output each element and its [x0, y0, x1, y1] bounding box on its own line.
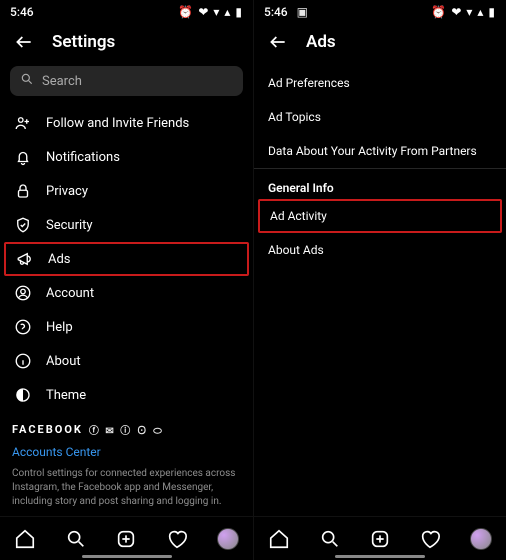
accounts-center-link[interactable]: Accounts Center	[0, 441, 253, 463]
footer-brand: FACEBOOK ⓕ ✉ ⓘ ⊙ ⬭	[0, 412, 253, 441]
lock-icon	[14, 182, 32, 200]
ads-item-partner-data[interactable]: Data About Your Activity From Partners	[254, 134, 506, 168]
bell-icon	[14, 148, 32, 166]
sidebar-item-help[interactable]: Help	[0, 310, 253, 344]
person-plus-icon	[14, 114, 32, 132]
ad-prefs-list: Ad Preferences Ad Topics Data About Your…	[254, 62, 506, 169]
ads-item-activity[interactable]: Ad Activity	[258, 199, 502, 233]
item-label: Security	[46, 218, 93, 233]
status-icons: ⏰ ❤ ▾ ▴ ▮	[431, 5, 496, 19]
search-nav-icon[interactable]	[65, 528, 87, 550]
sidebar-item-follow[interactable]: Follow and Invite Friends	[0, 106, 253, 140]
header: Settings	[0, 24, 253, 62]
sidebar-item-theme[interactable]: Theme	[0, 378, 253, 412]
home-indicator	[335, 555, 425, 558]
sidebar-item-account[interactable]: Account	[0, 276, 253, 310]
sidebar-item-notifications[interactable]: Notifications	[0, 140, 253, 174]
sidebar-item-privacy[interactable]: Privacy	[0, 174, 253, 208]
page-title: Settings	[52, 32, 115, 52]
statusbar: 5:46 ⏰ ❤ ▾ ▴ ▮	[0, 0, 253, 24]
ads-item-preferences[interactable]: Ad Preferences	[254, 66, 506, 100]
item-label: Theme	[46, 388, 86, 403]
sidebar-item-security[interactable]: Security	[0, 208, 253, 242]
item-label: Ads	[48, 252, 71, 267]
settings-screen: 5:46 ⏰ ❤ ▾ ▴ ▮ Settings Search Follow an…	[0, 0, 253, 560]
ads-item-topics[interactable]: Ad Topics	[254, 100, 506, 134]
status-time: 5:46	[10, 5, 34, 19]
page-title: Ads	[306, 32, 336, 52]
create-icon[interactable]	[369, 528, 391, 550]
ads-screen: 5:46 ▣ ⏰ ❤ ▾ ▴ ▮ Ads Ad Preferences Ad T…	[253, 0, 506, 560]
search-nav-icon[interactable]	[319, 528, 341, 550]
create-icon[interactable]	[115, 528, 137, 550]
item-label: About	[46, 354, 81, 369]
home-icon[interactable]	[14, 528, 36, 550]
shield-icon	[14, 216, 32, 234]
bottom-nav	[0, 516, 253, 560]
item-label: Privacy	[46, 184, 88, 199]
header: Ads	[254, 24, 506, 62]
item-label: Help	[46, 320, 73, 335]
activity-icon[interactable]	[166, 528, 188, 550]
ads-item-about[interactable]: About Ads	[254, 233, 506, 267]
search-icon	[20, 72, 34, 90]
search-input[interactable]: Search	[10, 66, 243, 96]
status-time: 5:46 ▣	[264, 5, 308, 19]
item-label: Notifications	[46, 150, 120, 165]
status-icons: ⏰ ❤ ▾ ▴ ▮	[178, 5, 243, 19]
activity-icon[interactable]	[419, 528, 441, 550]
brand-text: FACEBOOK	[12, 423, 83, 436]
search-placeholder: Search	[42, 74, 82, 89]
general-info-label: General Info	[254, 169, 506, 199]
profile-avatar[interactable]	[217, 528, 239, 550]
help-icon	[14, 318, 32, 336]
back-icon[interactable]	[268, 32, 288, 52]
user-circle-icon	[14, 284, 32, 302]
back-icon[interactable]	[14, 32, 34, 52]
home-indicator	[82, 555, 172, 558]
bottom-nav	[254, 516, 506, 560]
statusbar: 5:46 ▣ ⏰ ❤ ▾ ▴ ▮	[254, 0, 506, 24]
settings-list: Follow and Invite Friends Notifications …	[0, 106, 253, 516]
brand-app-icons: ⓕ ✉ ⓘ ⊙ ⬭	[89, 422, 164, 437]
accounts-desc: Control settings for connected experienc…	[0, 463, 253, 516]
info-icon	[14, 352, 32, 370]
sidebar-item-ads[interactable]: Ads	[4, 242, 249, 276]
theme-icon	[14, 386, 32, 404]
home-icon[interactable]	[268, 528, 290, 550]
item-label: Follow and Invite Friends	[46, 116, 189, 131]
profile-avatar[interactable]	[470, 528, 492, 550]
sidebar-item-about[interactable]: About	[0, 344, 253, 378]
screenshot-icon: ▣	[297, 5, 308, 19]
megaphone-icon	[16, 250, 34, 268]
item-label: Account	[46, 286, 94, 301]
